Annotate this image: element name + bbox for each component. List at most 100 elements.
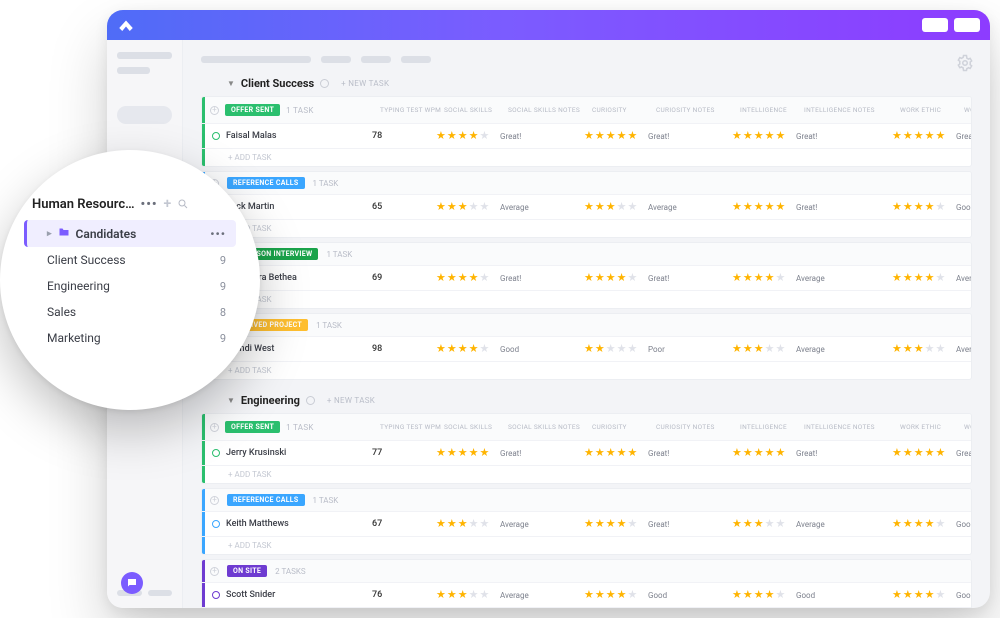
col-intelligence: INTELLIGENCE (740, 421, 804, 433)
collapse-icon[interactable]: ▼ (227, 396, 235, 405)
col-wpm: TYPING TEST WPM (380, 104, 444, 116)
wpm-value: 65 (372, 202, 436, 212)
new-task-link[interactable]: + NEW TASK (341, 79, 389, 88)
status-header: + RECEIVED PROJECT 1 TASK (202, 314, 971, 336)
status-pill[interactable]: OFFER SENT (225, 104, 280, 116)
item-count: 9 (220, 280, 226, 293)
sidebar-item[interactable]: Marketing9 (24, 325, 236, 351)
candidate-row[interactable]: Faisal Malas 78 ★★★★★ Great! ★★★★★ Great… (202, 123, 971, 148)
search-icon[interactable] (177, 198, 189, 210)
intelligence-notes: Average (796, 520, 892, 529)
intelligence-notes: Great! (796, 132, 892, 141)
star-rating: ★★★★★ (892, 343, 945, 354)
expand-icon[interactable]: + (210, 496, 219, 505)
wpm-value: 78 (372, 131, 436, 141)
collapse-icon[interactable]: ▼ (227, 79, 235, 88)
task-count: 1 TASK (313, 496, 339, 505)
status-section: + ON SITE 2 TASKS Scott Snider 76 ★★★★★ … (201, 559, 972, 608)
star-rating: ★★★★★ (584, 130, 637, 141)
col-curiosity-notes: CURIOSITY NOTES (656, 104, 740, 116)
add-task-link[interactable]: + ADD TASK (202, 361, 971, 379)
candidate-row[interactable]: Jerry Krusinski 77 ★★★★★ Great! ★★★★★ Gr… (202, 440, 971, 465)
status-pill[interactable]: REFERENCE CALLS (227, 494, 305, 506)
star-rating: ★★★★★ (732, 589, 785, 600)
expand-icon[interactable]: + (210, 423, 219, 432)
star-rating: ★★★★★ (892, 201, 945, 212)
candidate-row[interactable]: Zack Martin 65 ★★★★★ Average ★★★★★ Avera… (202, 194, 971, 219)
social-notes: Average (500, 203, 584, 212)
info-icon[interactable] (320, 79, 329, 88)
status-pill[interactable]: REFERENCE CALLS (227, 177, 305, 189)
col-wor: WOR (964, 104, 972, 116)
list-label: Sales (47, 305, 76, 319)
new-task-link[interactable]: + NEW TASK (327, 396, 375, 405)
sidebar-item[interactable]: Sales 8 (24, 299, 236, 325)
window-control-max[interactable] (954, 18, 980, 32)
group-title: Client Success (241, 77, 314, 90)
group: ▼ Engineering + NEW TASK + OFFER SENT 1 … (201, 394, 972, 608)
star-rating: ★★★★★ (436, 518, 489, 529)
chat-fab[interactable] (121, 572, 143, 594)
add-task-link[interactable]: + ADD TASK (202, 536, 971, 554)
add-task-link[interactable]: + ADD TASK (202, 148, 971, 166)
bubble-header: Human Resourc… ••• + (24, 196, 236, 220)
star-rating: ★★★★★ (892, 447, 945, 458)
status-pill[interactable]: ON SITE (227, 565, 267, 577)
window-control-min[interactable] (922, 18, 948, 32)
task-count: 2 TASKS (275, 567, 306, 576)
curiosity-notes: Great! (648, 274, 732, 283)
status-header: + OFFER SENT 1 TASK TYPING TEST WPM SOCI… (202, 414, 971, 440)
star-rating: ★★★★★ (584, 518, 637, 529)
candidate-row[interactable]: Alex Yurkowski 98 ★★★★★ Good ★★★★★ Good … (202, 607, 971, 608)
status-pill[interactable]: OFFER SENT (225, 421, 280, 433)
expand-icon[interactable]: + (210, 567, 219, 576)
task-count: 1 TASK (286, 106, 314, 115)
task-count: 1 TASK (326, 250, 352, 259)
candidate-row[interactable]: Scott Snider 76 ★★★★★ Average ★★★★★ Good… (202, 582, 971, 607)
sidebar-search-placeholder[interactable] (117, 106, 172, 124)
more-icon[interactable]: ••• (141, 197, 158, 212)
col-work-ethic: WORK ETHIC (900, 104, 964, 116)
sidebar-item[interactable]: Client Success9 (24, 247, 236, 273)
item-count: 9 (220, 332, 226, 345)
col-wpm: TYPING TEST WPM (380, 421, 444, 433)
col-social: SOCIAL SKILLS (444, 421, 508, 433)
info-icon[interactable] (306, 396, 315, 405)
add-task-link[interactable]: + ADD TASK (202, 219, 971, 237)
curiosity-notes: Great! (648, 132, 732, 141)
star-rating: ★★★★★ (584, 272, 637, 283)
candidate-row[interactable]: Brandi West 98 ★★★★★ Good ★★★★★ Poor ★★★… (202, 336, 971, 361)
wor-notes: Avera (956, 274, 972, 283)
sidebar-item[interactable]: ▸ Candidates••• (24, 220, 236, 247)
intelligence-notes: Great! (796, 203, 892, 212)
status-dot-icon (212, 520, 220, 528)
clickup-logo-icon (117, 16, 135, 34)
expand-icon[interactable]: + (210, 106, 219, 115)
group: ▼ Client Success + NEW TASK + OFFER SENT… (201, 77, 972, 380)
item-count: 8 (220, 306, 226, 319)
status-section: + IN PERSON INTERVIEW 1 TASK Alexandra B… (201, 242, 972, 309)
intelligence-notes: Great! (796, 449, 892, 458)
sidebar-item[interactable]: Engineering9 (24, 273, 236, 299)
group-title: Engineering (241, 394, 300, 407)
star-rating: ★★★★★ (436, 343, 489, 354)
settings-icon[interactable] (956, 54, 974, 72)
candidate-row[interactable]: Alexandra Bethea 69 ★★★★★ Great! ★★★★★ G… (202, 265, 971, 290)
caret-icon[interactable]: ▸ (47, 229, 52, 239)
social-notes: Average (500, 591, 584, 600)
star-rating: ★★★★★ (584, 343, 637, 354)
add-task-link[interactable]: + ADD TASK (202, 290, 971, 308)
add-icon[interactable]: + (164, 196, 172, 212)
col-social-notes: SOCIAL SKILLS NOTES (508, 421, 592, 433)
col-intelligence: INTELLIGENCE (740, 104, 804, 116)
star-rating: ★★★★★ (892, 272, 945, 283)
candidate-row[interactable]: Keith Matthews 67 ★★★★★ Average ★★★★★ Gr… (202, 511, 971, 536)
status-dot-icon (212, 449, 220, 457)
add-task-link[interactable]: + ADD TASK (202, 465, 971, 483)
col-social-notes: SOCIAL SKILLS NOTES (508, 104, 592, 116)
task-count: 1 TASK (286, 423, 314, 432)
more-icon[interactable]: ••• (210, 227, 226, 241)
star-rating: ★★★★★ (436, 447, 489, 458)
star-rating: ★★★★★ (584, 447, 637, 458)
social-notes: Good (500, 345, 584, 354)
